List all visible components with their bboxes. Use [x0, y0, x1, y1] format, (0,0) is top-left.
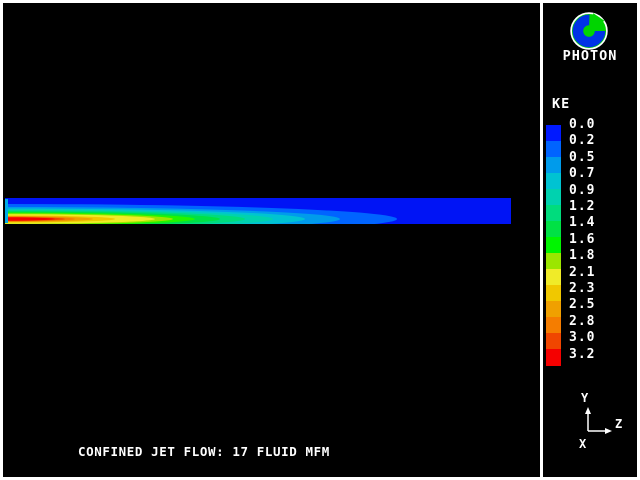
legend-swatch — [546, 157, 561, 174]
color-legend: 0.00.20.50.70.91.21.41.61.82.12.32.52.83… — [546, 125, 616, 365]
legend-swatch — [546, 125, 561, 142]
legend-value: 0.2 — [569, 134, 595, 148]
legend-value: 1.2 — [569, 200, 595, 214]
legend-value: 1.6 — [569, 233, 595, 247]
legend-value: 1.4 — [569, 216, 595, 230]
legend-value: 2.5 — [569, 298, 595, 312]
legend-swatch — [546, 317, 561, 334]
logo-label: PHOTON — [543, 48, 637, 64]
legend-swatch — [546, 285, 561, 302]
legend-value: 3.2 — [569, 348, 595, 362]
photon-logo-icon — [569, 11, 609, 51]
legend-swatch — [546, 189, 561, 206]
legend-swatch — [546, 349, 561, 366]
plot-caption: CONFINED JET FLOW: 17 FLUID MFM — [78, 444, 330, 459]
legend-swatch — [546, 141, 561, 158]
axis-label-x: X — [579, 437, 586, 451]
legend-value: 2.3 — [569, 282, 595, 296]
legend-value: 3.0 — [569, 331, 595, 345]
axis-arrows — [558, 390, 636, 454]
legend-swatch — [546, 173, 561, 190]
legend-swatch — [546, 253, 561, 270]
legend-value: 0.0 — [569, 118, 595, 132]
legend-swatch — [546, 269, 561, 286]
axis-label-y: Y — [581, 391, 588, 405]
legend-swatch — [546, 333, 561, 350]
legend-value: 2.1 — [569, 266, 595, 280]
legend-swatch — [546, 301, 561, 318]
legend-value: 1.8 — [569, 249, 595, 263]
legend-title: KE — [552, 96, 570, 112]
legend-value: 2.8 — [569, 315, 595, 329]
sidebar-divider — [540, 0, 543, 480]
legend-value: 0.9 — [569, 184, 595, 198]
legend-swatch — [546, 205, 561, 222]
photon-window: CONFINED JET FLOW: 17 FLUID MFM PHOTON K… — [0, 0, 640, 480]
legend-value: 0.5 — [569, 151, 595, 165]
legend-value: 0.7 — [569, 167, 595, 181]
inlet-strip — [4, 199, 8, 223]
legend-swatch — [546, 237, 561, 254]
ke-contour-plot — [0, 0, 640, 480]
legend-swatch — [546, 221, 561, 238]
axis-label-z: Z — [615, 417, 622, 431]
axis-triad: Y Z X — [558, 390, 636, 454]
